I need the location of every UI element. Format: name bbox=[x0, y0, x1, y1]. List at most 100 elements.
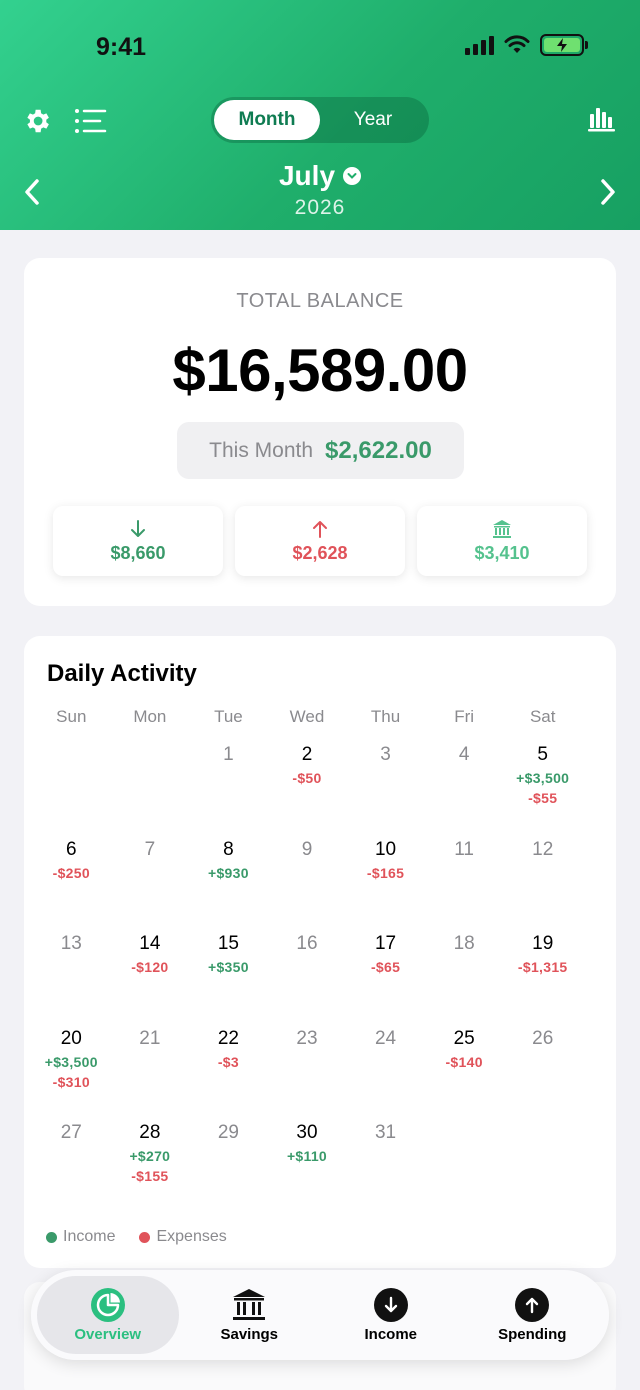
month-name: July bbox=[278, 160, 336, 191]
savings-stat[interactable]: $3,410 bbox=[417, 506, 587, 576]
calendar-day-cell[interactable]: 27 bbox=[32, 1120, 111, 1215]
calendar-day-cell[interactable]: 12 bbox=[503, 837, 582, 932]
day-number: 9 bbox=[301, 838, 313, 860]
year-label: 2026 bbox=[294, 196, 346, 219]
calendar-day-cell[interactable]: 6 -$250 bbox=[32, 837, 111, 932]
day-expense-amount: -$310 bbox=[52, 1073, 90, 1090]
income-dot-icon bbox=[46, 1231, 57, 1243]
legend-income-label: Income bbox=[63, 1228, 116, 1245]
day-number: 31 bbox=[374, 1122, 397, 1143]
calendar-day-cell[interactable]: 8 +$930 bbox=[189, 837, 268, 932]
calendar-day-cell[interactable]: 23 bbox=[268, 1026, 347, 1121]
day-number: 5 bbox=[537, 744, 548, 765]
day-number: 19 bbox=[532, 933, 554, 954]
chevron-down-icon bbox=[343, 167, 362, 185]
calendar-day-cell[interactable]: 24 bbox=[346, 1026, 425, 1121]
day-number: 6 bbox=[65, 838, 77, 860]
day-expense-amount: -$65 bbox=[370, 959, 401, 975]
status-time: 9:41 bbox=[96, 33, 147, 61]
arrow-down-icon bbox=[131, 519, 145, 537]
day-income-amount: +$350 bbox=[208, 959, 249, 975]
day-number: 23 bbox=[296, 1027, 318, 1049]
expense-stat[interactable]: $2,628 bbox=[235, 506, 405, 576]
tab-income-label: Income bbox=[364, 1325, 417, 1343]
day-number: 13 bbox=[60, 933, 82, 954]
legend-expenses: Expenses bbox=[139, 1228, 227, 1246]
day-income-amount: +$3,500 bbox=[44, 1053, 98, 1070]
segment-year[interactable]: Year bbox=[320, 100, 426, 140]
calendar-day-cell[interactable]: 7 bbox=[111, 837, 190, 932]
calendar-empty-cell bbox=[32, 742, 111, 837]
day-number: 16 bbox=[296, 933, 318, 954]
day-number: 28 bbox=[139, 1122, 161, 1143]
calendar-day-cell[interactable]: 30 +$110 bbox=[268, 1120, 347, 1215]
this-month-pill: This Month $2,622.00 bbox=[177, 422, 464, 479]
weekday-label: Thu bbox=[370, 707, 401, 726]
weekday-label: Sat bbox=[529, 707, 556, 726]
tab-bar: Overview Savings Income Spending bbox=[31, 1270, 609, 1360]
calendar-day-cell[interactable]: 15 +$350 bbox=[189, 931, 268, 1026]
day-number: 2 bbox=[301, 744, 313, 765]
calendar-day-cell[interactable]: 4 bbox=[425, 742, 504, 837]
day-number: 3 bbox=[380, 744, 391, 765]
arrow-up-icon bbox=[313, 520, 327, 538]
income-stat-value: $8,660 bbox=[110, 542, 166, 563]
tab-savings[interactable]: Savings bbox=[179, 1276, 321, 1354]
weekday-label: Fri bbox=[454, 707, 475, 726]
calendar-day-cell[interactable]: 25 -$140 bbox=[425, 1026, 504, 1121]
this-month-label: This Month bbox=[209, 438, 314, 462]
settings-gear-icon[interactable] bbox=[22, 106, 52, 141]
legend: Income Expenses bbox=[46, 1228, 227, 1246]
bar-chart-icon[interactable] bbox=[588, 106, 616, 137]
calendar-day-cell[interactable]: 26 bbox=[503, 1026, 582, 1121]
calendar-day-cell[interactable]: 29 bbox=[189, 1120, 268, 1215]
day-number: 11 bbox=[454, 838, 474, 860]
bank-icon bbox=[493, 519, 511, 538]
calendar-day-cell[interactable]: 31 bbox=[346, 1120, 425, 1215]
bank-icon bbox=[233, 1288, 266, 1320]
list-icon[interactable] bbox=[74, 108, 108, 139]
calendar-day-cell[interactable]: 1 bbox=[189, 742, 268, 837]
calendar-day-cell[interactable]: 28 +$270 -$155 bbox=[111, 1120, 190, 1215]
calendar-day-cell[interactable]: 14 -$120 bbox=[111, 931, 190, 1026]
calendar-day-cell[interactable]: 17 -$65 bbox=[346, 931, 425, 1026]
calendar-day-cell[interactable]: 16 bbox=[268, 931, 347, 1026]
calendar-day-cell[interactable]: 20 +$3,500 -$310 bbox=[32, 1026, 111, 1121]
tab-spending[interactable]: Spending bbox=[462, 1276, 604, 1354]
day-number: 18 bbox=[453, 933, 475, 954]
tab-income[interactable]: Income bbox=[320, 1276, 462, 1354]
day-expense-amount: -$1,315 bbox=[517, 959, 568, 975]
calendar-day-cell[interactable]: 13 bbox=[32, 931, 111, 1026]
calendar-day-cell[interactable]: 22 -$3 bbox=[189, 1026, 268, 1121]
calendar-day-cell[interactable]: 9 bbox=[268, 837, 347, 932]
income-stat[interactable]: $8,660 bbox=[53, 506, 223, 576]
calendar-day-cell[interactable]: 3 bbox=[346, 742, 425, 837]
legend-income: Income bbox=[46, 1228, 115, 1246]
day-number: 4 bbox=[458, 744, 470, 765]
calendar-day-cell[interactable]: 21 bbox=[111, 1026, 190, 1121]
month-picker[interactable]: July bbox=[278, 160, 362, 192]
arrow-up-circle-icon bbox=[515, 1287, 550, 1322]
this-month-value: $2,622.00 bbox=[325, 436, 432, 464]
day-number: 24 bbox=[374, 1027, 397, 1049]
calendar-day-cell[interactable]: 18 bbox=[425, 931, 504, 1026]
header: 9:41 Month Year July 2026 bbox=[0, 0, 640, 230]
day-number: 17 bbox=[374, 933, 397, 954]
weekday-label: Sun bbox=[56, 707, 87, 726]
calendar-day-cell[interactable]: 10 -$165 bbox=[346, 837, 425, 932]
calendar-day-cell[interactable]: 19 -$1,315 bbox=[503, 931, 582, 1026]
day-number: 12 bbox=[532, 838, 554, 860]
day-expense-amount: -$155 bbox=[131, 1168, 169, 1184]
day-expense-amount: -$3 bbox=[217, 1053, 239, 1070]
weekday-label: Tue bbox=[214, 707, 243, 726]
day-income-amount: +$930 bbox=[208, 864, 249, 881]
calendar-grid: 1 2 -$50 3 4 5 +$3,500 -$55 6 -$250 7 8 +$930 9 10 -$16… bbox=[32, 742, 582, 1215]
balance-card: TOTAL BALANCE $16,589.00 This Month $2,6… bbox=[24, 258, 616, 606]
calendar-day-cell[interactable]: 11 bbox=[425, 837, 504, 932]
segment-month[interactable]: Month bbox=[214, 100, 320, 140]
calendar-day-cell[interactable]: 2 -$50 bbox=[268, 742, 347, 837]
calendar-day-cell[interactable]: 5 +$3,500 -$55 bbox=[503, 742, 582, 837]
day-number: 30 bbox=[296, 1122, 318, 1143]
status-icons bbox=[465, 34, 588, 56]
tab-overview[interactable]: Overview bbox=[37, 1276, 179, 1354]
